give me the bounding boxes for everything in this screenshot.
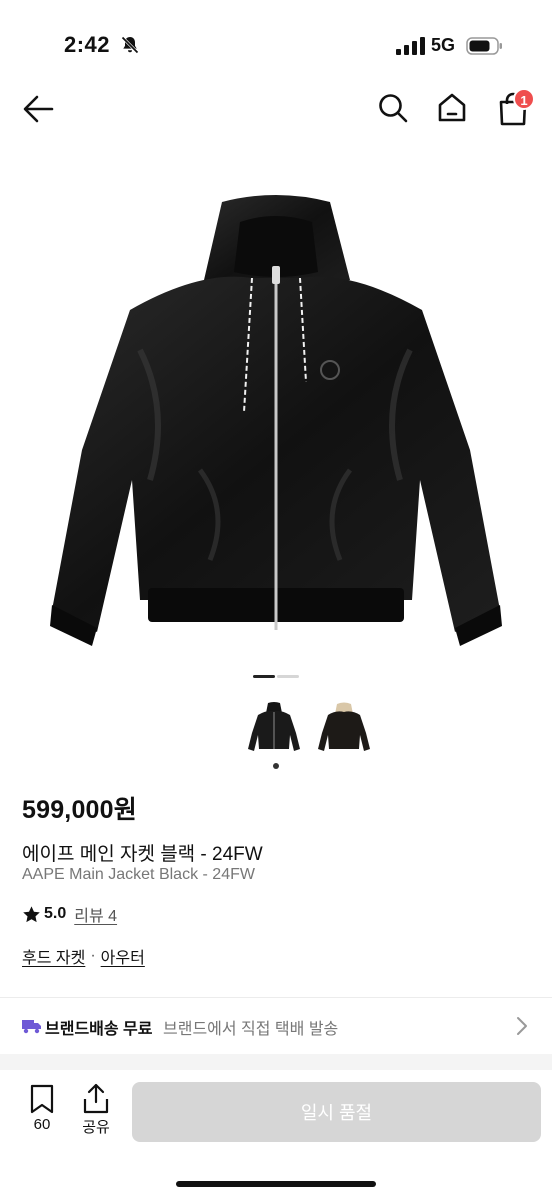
pager-dot [277,675,299,678]
image-pager [253,675,301,679]
search-icon[interactable] [377,92,409,124]
bookmark-button[interactable]: 60 [22,1084,62,1150]
product-name-english: AAPE Main Jacket Black - 24FW [22,866,255,883]
truck-icon [22,1020,41,1034]
shipping-info-row[interactable]: 브랜드배송 무료 브랜드에서 직접 택배 발송 [0,998,552,1054]
product-image[interactable] [0,150,552,660]
share-icon [83,1083,109,1114]
chevron-right-icon [517,1017,527,1035]
cart-badge: 1 [513,88,535,110]
battery-icon [466,37,502,55]
category-link-hood-jacket[interactable]: 후드 자켓 [22,944,85,968]
bookmark-count: 60 [33,1116,51,1133]
home-indicator [176,1181,376,1187]
category-breadcrumb: 후드 자켓 · 아우터 [22,944,145,968]
product-name-korean: 에이프 메인 자켓 블랙 - 24FW [22,844,263,865]
back-arrow-icon[interactable] [20,92,58,126]
jacket-image [50,195,502,646]
product-price: 599,000원 [22,796,137,824]
review-link[interactable]: 리뷰 4 [74,902,117,926]
star-icon [23,905,40,922]
category-link-outer[interactable]: 아우터 [101,944,145,968]
rating-row: 5.0 리뷰 4 [22,903,117,925]
category-separator: · [90,947,96,964]
shipping-description: 브랜드에서 직접 택배 발송 [163,1021,339,1038]
section-separator [0,1054,552,1070]
sold-out-button[interactable]: 일시 품절 [132,1082,541,1142]
pager-dot-active [253,675,275,678]
home-icon[interactable] [436,92,468,124]
black-jacket-thumbnail[interactable] [244,697,304,757]
share-label: 공유 [82,1119,110,1136]
cart-button[interactable]: 1 [497,88,541,130]
rating-value: 5.0 [44,905,67,922]
shipping-title: 브랜드배송 무료 [45,1021,153,1038]
share-button[interactable]: 공유 [76,1082,116,1148]
top-nav: 1 [0,84,552,134]
signal-icon [396,37,425,55]
thumbnail-selected-dot [273,763,279,769]
product-page: 2:42 5G 1 599,000원 에이프 메인 자켓 블랙 - 24FW A… [0,0,552,1200]
bookmark-icon [30,1084,54,1114]
status-bar: 2:42 5G [0,0,552,90]
thumbnail-strip [244,697,380,761]
network-type: 5G [431,35,456,55]
status-time: 2:42 [64,32,111,57]
black-jacket-beige-hood-thumbnail[interactable] [314,697,374,757]
bell-slash-icon [121,36,139,54]
